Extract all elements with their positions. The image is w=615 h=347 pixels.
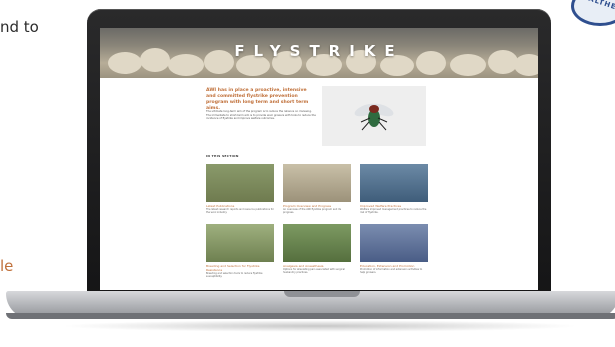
card-description: Welfare improved management practices to… [360, 208, 427, 214]
background-partial-text: nd to [0, 18, 39, 36]
card-image [206, 224, 274, 262]
hero-banner: FLYSTRIKE [100, 28, 538, 78]
card-program-overview[interactable]: Program Overview and Progress An overvie… [283, 164, 351, 214]
hero-title: FLYSTRIKE [234, 42, 404, 60]
intro-body: The ultimate long-term aim of the progra… [206, 110, 316, 121]
card-title: Breeding and Selection for Flystrike Res… [206, 264, 260, 272]
fly-icon [354, 103, 394, 131]
card-description: Breeding and selection tools to reduce f… [206, 272, 263, 278]
card-analgesia[interactable]: Analgesia and Anaesthesia Options for al… [283, 224, 351, 274]
laptop-notch [284, 291, 360, 297]
intro-heading: AWI has in place a proactive, intensive … [206, 88, 309, 111]
card-image [283, 164, 351, 202]
card-image [360, 224, 428, 262]
card-education-extension[interactable]: Education, Extension and Promotion Promo… [360, 224, 428, 274]
card-description: Promotion of information and extension a… [360, 268, 423, 274]
fly-image [322, 86, 426, 146]
seal-logo: ALTHE [571, 0, 615, 26]
card-description: An overview of the AWI flystrike program… [283, 208, 341, 214]
section-label: IN THIS SECTION [206, 154, 239, 158]
background-partial-text-orange: le [0, 257, 14, 275]
card-breeding-selection[interactable]: Breeding and Selection for Flystrike Res… [206, 224, 274, 278]
card-description: Options for alleviating pain associated … [283, 268, 345, 274]
card-image [206, 164, 274, 202]
card-latest-publications[interactable]: Latest Publications The latest research … [206, 164, 274, 214]
card-image [283, 224, 351, 262]
laptop-shadow [60, 320, 580, 332]
card-description: The latest research reports and resource… [206, 208, 274, 214]
card-image [360, 164, 428, 202]
seal-text: ALTHE [587, 0, 615, 12]
laptop-screen: FLYSTRIKE AWI has in place a proactive, … [100, 28, 538, 290]
card-improved-welfare[interactable]: Improved Welfare Practices Welfare impro… [360, 164, 428, 214]
